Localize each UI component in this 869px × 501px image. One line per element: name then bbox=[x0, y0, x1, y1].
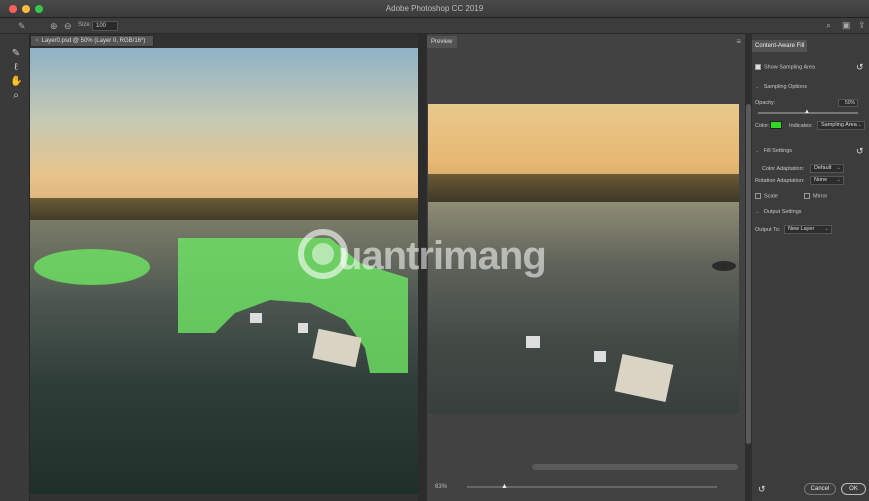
search-icon[interactable]: ⌕ bbox=[826, 20, 831, 31]
output-settings-title: Output Settings bbox=[763, 209, 802, 215]
scale-label: Scale bbox=[764, 193, 778, 200]
document-tab-title: Layer0.psd @ 50% (Layer 0, RGB/16*) bbox=[41, 38, 146, 44]
color-adaptation-value: Default bbox=[814, 165, 832, 171]
size-label: Size: bbox=[78, 22, 92, 28]
title-bar: Adobe Photoshop CC 2019 bbox=[0, 0, 869, 18]
watermark-text: uantrimang bbox=[338, 234, 547, 278]
preview-zoom-value[interactable]: 63% bbox=[435, 484, 447, 490]
opacity-label: Opacity: bbox=[755, 100, 776, 106]
zoom-tool-icon[interactable]: ⌕ bbox=[10, 90, 22, 102]
chevron-down-icon: ⌄ bbox=[755, 84, 760, 90]
chevron-down-icon: ⌄ bbox=[836, 177, 841, 183]
output-to-dropdown[interactable]: New Layer ⌄ bbox=[784, 225, 832, 234]
ok-button[interactable]: OK bbox=[841, 483, 866, 495]
output-settings-header[interactable]: ⌄ Output Settings bbox=[755, 209, 802, 215]
watermark: uantrimang bbox=[298, 222, 598, 290]
fill-settings-title: Fill Settings bbox=[763, 148, 793, 154]
rotation-adaptation-label: Rotation Adaptation: bbox=[755, 178, 805, 184]
boat-small bbox=[526, 336, 540, 348]
output-to-label: Output To: bbox=[755, 227, 781, 233]
output-to-value: New Layer bbox=[788, 226, 815, 232]
reset-all-icon[interactable]: ↺ bbox=[758, 484, 766, 495]
buoy bbox=[712, 261, 736, 271]
preview-menu-icon[interactable]: ≡ bbox=[736, 37, 741, 46]
boat-barge bbox=[614, 354, 674, 402]
preview-tab[interactable]: Preview bbox=[427, 36, 457, 48]
rotation-adaptation-value: None bbox=[814, 177, 828, 183]
sampling-options-header[interactable]: ⌄ Sampling Options bbox=[755, 84, 807, 90]
chevron-down-icon: ⌄ bbox=[824, 226, 829, 232]
hand-tool-icon[interactable]: ✋ bbox=[10, 76, 22, 88]
chevron-down-icon: ⌄ bbox=[857, 122, 862, 128]
boat-small bbox=[250, 313, 262, 323]
reset-fill-icon[interactable]: ↺ bbox=[856, 146, 864, 157]
scroll-thumb[interactable] bbox=[746, 104, 751, 444]
sampling-area-left bbox=[34, 249, 150, 285]
size-input[interactable]: 100 bbox=[92, 21, 118, 31]
mirror-row[interactable]: Mirror bbox=[804, 193, 827, 199]
cancel-button[interactable]: Cancel bbox=[804, 483, 836, 495]
show-sampling-area-row[interactable]: Show Sampling Area bbox=[755, 64, 815, 70]
sampling-brush-tool-icon[interactable]: ✎ bbox=[10, 48, 22, 60]
mirror-checkbox[interactable] bbox=[804, 193, 810, 199]
brush-tool-preset-icon[interactable]: ✎ bbox=[18, 21, 26, 31]
chevron-down-icon: ⌄ bbox=[755, 148, 760, 154]
chevron-down-icon: ⌄ bbox=[836, 165, 841, 171]
preview-horizontal-scrollbar[interactable] bbox=[532, 464, 738, 470]
opacity-slider-thumb[interactable]: ▲ bbox=[804, 109, 810, 115]
boat-barge bbox=[312, 328, 362, 368]
fill-settings-header[interactable]: ⌄ Fill Settings bbox=[755, 148, 792, 154]
add-selection-icon[interactable]: ⊕ bbox=[50, 21, 58, 31]
chevron-down-icon: ⌄ bbox=[755, 209, 760, 215]
mirror-label: Mirror bbox=[813, 193, 828, 200]
indicates-label: Indicates: bbox=[789, 123, 813, 129]
color-adaptation-dropdown[interactable]: Default ⌄ bbox=[810, 164, 844, 173]
close-tab-icon[interactable]: × bbox=[35, 38, 39, 44]
scale-row[interactable]: Scale bbox=[755, 193, 778, 199]
document-tab[interactable]: × Layer0.psd @ 50% (Layer 0, RGB/16*) bbox=[30, 35, 154, 47]
rotation-adaptation-dropdown[interactable]: None ⌄ bbox=[810, 176, 844, 185]
options-bar: ✎ ⊕ ⊖ Size: 100 ⌕ ▣ ⇪ bbox=[0, 18, 869, 34]
share-icon[interactable]: ⇪ bbox=[858, 20, 866, 31]
scale-checkbox[interactable] bbox=[755, 193, 761, 199]
window-title: Adobe Photoshop CC 2019 bbox=[385, 4, 484, 13]
opacity-input[interactable]: 50% bbox=[838, 99, 858, 107]
tools-panel: ✎ ℓ ✋ ⌕ bbox=[0, 34, 30, 501]
preview-vertical-scrollbar[interactable] bbox=[745, 34, 752, 501]
boat-small bbox=[594, 351, 606, 362]
sampling-options-title: Sampling Options bbox=[763, 84, 808, 90]
preview-zoom-thumb[interactable]: ▲ bbox=[501, 483, 508, 491]
color-swatch[interactable] bbox=[770, 121, 782, 129]
show-sampling-area-checkbox[interactable] bbox=[755, 64, 761, 70]
indicates-value: Sampling Area bbox=[821, 122, 857, 128]
workspace-icon[interactable]: ▣ bbox=[842, 20, 851, 31]
reset-sampling-icon[interactable]: ↺ bbox=[856, 62, 864, 73]
color-adaptation-label: Color Adaptation: bbox=[762, 166, 805, 172]
panel-tab[interactable]: Content-Aware Fill bbox=[752, 40, 807, 52]
lasso-tool-icon[interactable]: ℓ bbox=[10, 62, 22, 74]
color-label: Color: bbox=[755, 123, 770, 129]
indicates-dropdown[interactable]: Sampling Area ⌄ bbox=[817, 121, 865, 130]
boat-small bbox=[298, 323, 308, 333]
show-sampling-area-label: Show Sampling Area bbox=[764, 64, 816, 71]
content-aware-fill-panel: Content-Aware Fill Show Sampling Area ↺ … bbox=[752, 34, 869, 501]
subtract-selection-icon[interactable]: ⊖ bbox=[64, 21, 72, 31]
